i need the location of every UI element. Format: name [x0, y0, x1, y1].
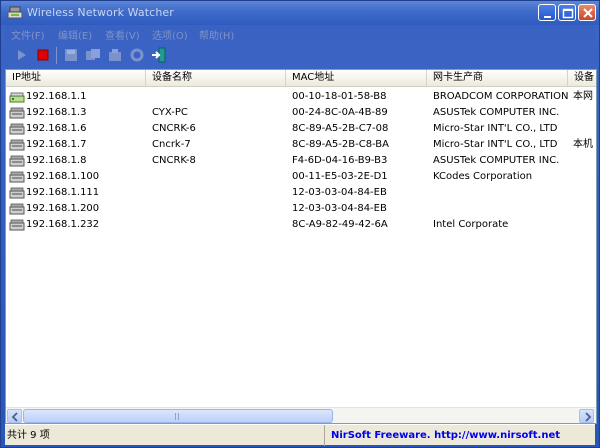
table-row[interactable]: 192.168.1.111 12-03-03-04-84-EB	[6, 185, 596, 201]
start-scan-icon[interactable]	[14, 47, 30, 63]
cell-mac: 00-10-18-01-58-B8	[292, 91, 387, 102]
nirsoft-link[interactable]: NirSoft Freeware. http://www.nirsoft.net	[327, 425, 595, 446]
window-title: Wireless Network Watcher	[27, 6, 174, 19]
list-header: IP地址 设备名称 MAC地址 网卡生产商 设备	[6, 70, 596, 87]
table-row[interactable]: 192.168.1.200 12-03-03-04-84-EB	[6, 201, 596, 217]
exit-icon[interactable]	[151, 47, 167, 63]
menu-edit[interactable]: 编辑(E)	[58, 27, 92, 42]
cell-device-info: 本网	[573, 91, 593, 102]
cell-vendor: Micro-Star INT'L CO., LTD	[433, 139, 558, 150]
table-row[interactable]: 192.168.1.8 CNCRK-8 F4-6D-04-16-B9-B3 ASUST…	[6, 153, 596, 169]
cell-ip: 192.168.1.200	[26, 203, 100, 214]
close-icon	[583, 8, 593, 18]
refresh-icon[interactable]	[129, 47, 145, 63]
menu-bar: 文件(F) 编辑(E) 查看(V) 选项(O) 帮助(H)	[5, 25, 595, 42]
cell-mac: 12-03-03-04-84-EB	[292, 203, 387, 214]
computer-icon	[9, 123, 25, 135]
status-bar: 共计 9 项 NirSoft Freeware. http://www.nirs…	[5, 424, 595, 446]
menu-view[interactable]: 查看(V)	[105, 27, 140, 42]
menu-options[interactable]: 选项(O)	[152, 27, 188, 42]
cell-device-name: CNCRK-6	[152, 123, 196, 134]
cell-mac: 00-24-8C-0A-4B-89	[292, 107, 388, 118]
table-row[interactable]: 192.168.1.3 CYX-PC 00-24-8C-0A-4B-89 ASUSTe…	[6, 105, 596, 121]
cell-vendor: ASUSTek COMPUTER INC.	[433, 155, 560, 166]
minimize-button[interactable]	[538, 4, 556, 21]
cell-mac: 12-03-03-04-84-EB	[292, 187, 387, 198]
scroll-left-button[interactable]	[7, 409, 22, 423]
router-icon	[9, 92, 25, 103]
grip-icon	[175, 413, 179, 420]
cell-device-name: Cncrk-7	[152, 139, 191, 150]
cell-device-name: CYX-PC	[152, 107, 188, 118]
cell-ip: 192.168.1.111	[26, 187, 100, 198]
menu-file[interactable]: 文件(F)	[11, 27, 45, 42]
computer-icon	[9, 187, 25, 199]
cell-vendor: Micro-Star INT'L CO., LTD	[433, 123, 558, 134]
computer-icon	[9, 155, 25, 167]
maximize-button[interactable]	[558, 4, 576, 21]
table-row[interactable]: 192.168.1.100 00-11-E5-03-2E-D1 KCodes Cor…	[6, 169, 596, 185]
table-row[interactable]: 192.168.1.232 8C-A9-82-49-42-6A Intel Corp…	[6, 217, 596, 233]
cell-mac: 8C-89-A5-2B-C7-08	[292, 123, 389, 134]
cell-ip: 192.168.1.8	[26, 155, 87, 166]
computer-icon	[9, 219, 25, 231]
stop-scan-icon[interactable]	[35, 47, 51, 63]
close-button[interactable]	[578, 4, 596, 21]
copy-icon[interactable]	[85, 47, 101, 63]
cell-vendor: KCodes Corporation	[433, 171, 533, 182]
table-row[interactable]: 192.168.1.7 Cncrk-7 8C-89-A5-2B-C8-BA Micro…	[6, 137, 596, 153]
cell-mac: 8C-89-A5-2B-C8-BA	[292, 139, 390, 150]
column-device-name[interactable]: 设备名称	[146, 70, 286, 87]
cell-mac: 00-11-E5-03-2E-D1	[292, 171, 388, 182]
network-watcher-app-icon[interactable]	[7, 5, 23, 20]
computer-icon	[9, 139, 25, 151]
computer-icon	[9, 171, 25, 183]
cell-vendor: ASUSTek COMPUTER INC.	[433, 107, 560, 118]
cell-device-info: 本机	[573, 139, 593, 150]
cell-ip: 192.168.1.100	[26, 171, 100, 182]
maximize-icon	[562, 8, 574, 19]
cell-device-name: CNCRK-8	[152, 155, 196, 166]
cell-vendor: Intel Corporate	[433, 219, 509, 230]
title-bar[interactable]: Wireless Network Watcher	[1, 1, 599, 25]
cell-ip: 192.168.1.6	[26, 123, 87, 134]
arrow-right-icon	[585, 412, 592, 422]
save-icon[interactable]	[63, 47, 79, 63]
cell-ip: 192.168.1.7	[26, 139, 87, 150]
column-device-info[interactable]: 设备	[568, 70, 596, 87]
column-mac-address[interactable]: MAC地址	[286, 70, 427, 87]
scroll-thumb[interactable]	[23, 409, 333, 423]
properties-icon[interactable]	[107, 47, 123, 63]
toolbar-separator	[56, 47, 57, 64]
toolbar	[5, 41, 595, 69]
cell-ip: 192.168.1.232	[26, 219, 100, 230]
menu-help[interactable]: 帮助(H)	[199, 27, 234, 42]
table-row[interactable]: 192.168.1.1 00-10-18-01-58-B8 BROADCOM COR…	[6, 89, 596, 105]
cell-ip: 192.168.1.1	[26, 91, 87, 102]
cell-mac: 8C-A9-82-49-42-6A	[292, 219, 388, 230]
column-ip-address[interactable]: IP地址	[6, 70, 146, 87]
computer-icon	[9, 107, 25, 119]
device-list[interactable]: IP地址 设备名称 MAC地址 网卡生产商 设备 192.168.1.1 00-1…	[5, 69, 597, 424]
item-count: 共计 9 项	[5, 425, 325, 446]
column-vendor[interactable]: 网卡生产商	[427, 70, 568, 87]
computer-icon	[9, 203, 25, 215]
horizontal-scrollbar[interactable]	[6, 407, 596, 423]
arrow-left-icon	[11, 412, 18, 422]
app-window: Wireless Network Watcher 文件(F) 编辑(E) 查看(…	[0, 0, 600, 448]
scroll-right-button[interactable]	[579, 409, 594, 423]
minimize-icon	[544, 16, 551, 18]
cell-ip: 192.168.1.3	[26, 107, 87, 118]
cell-vendor: BROADCOM CORPORATION	[433, 91, 569, 102]
cell-mac: F4-6D-04-16-B9-B3	[292, 155, 388, 166]
table-row[interactable]: 192.168.1.6 CNCRK-6 8C-89-A5-2B-C7-08 Micro…	[6, 121, 596, 137]
